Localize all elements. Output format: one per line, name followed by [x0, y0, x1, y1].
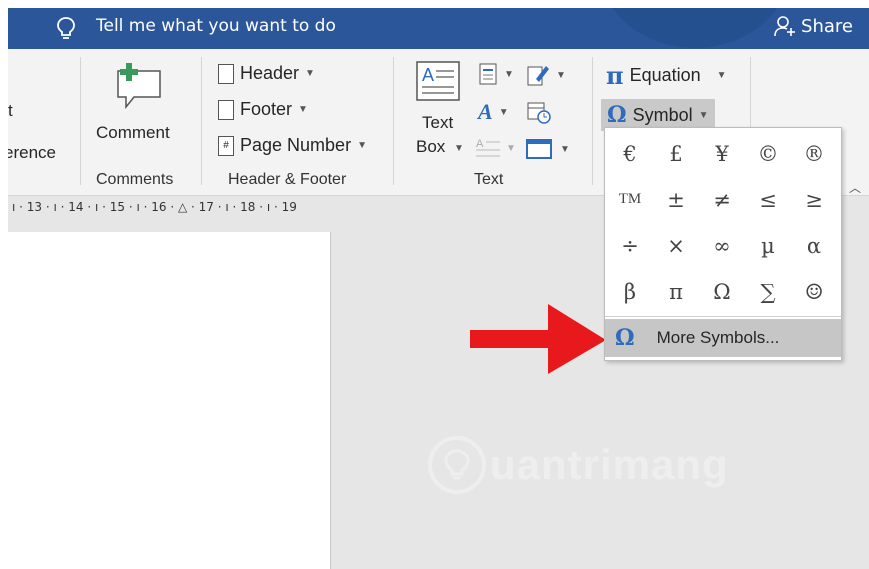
chevron-down-icon: ▼ [454, 143, 464, 154]
symbol-grid: € £ ¥ © ® TM ± ≠ ≤ ≥ ÷ × ∞ µ α β π Ω ∑ ☺ [605, 128, 841, 316]
wordart-icon: A [478, 99, 493, 124]
more-symbols-menu-item[interactable]: Ω More Symbols... [605, 319, 841, 357]
comment-icon [117, 63, 161, 110]
ribbon-separator [393, 57, 394, 185]
person-add-icon [774, 16, 796, 37]
symbol-cell[interactable]: ≥ [791, 176, 837, 223]
omega-icon: Ω [607, 102, 627, 128]
comment-label: Comment [96, 123, 170, 142]
symbol-cell[interactable]: π [653, 268, 699, 315]
symbol-cell[interactable]: ∑ [745, 268, 791, 315]
word-window: Tell me what you want to do Share t eren… [8, 8, 869, 569]
chevron-down-icon: ▼ [498, 106, 509, 118]
pi-icon: π [606, 61, 624, 90]
chevron-down-icon: ▼ [506, 142, 516, 154]
chevron-down-icon: ▼ [305, 68, 315, 79]
wordart-button[interactable]: A ▼ [478, 99, 509, 125]
chevron-down-icon: ▼ [504, 68, 514, 80]
title-bar-decoration [600, 8, 790, 48]
symbol-cell[interactable]: ≠ [699, 176, 745, 223]
collapse-ribbon-icon[interactable]: ︿ [849, 179, 861, 196]
title-bar: Tell me what you want to do Share [8, 8, 869, 49]
watermark-logo: uantrimang [428, 436, 729, 494]
calendar-clock-icon [527, 102, 551, 124]
symbol-cell[interactable]: α [791, 222, 837, 269]
tell-me-search[interactable]: Tell me what you want to do [96, 16, 336, 36]
red-arrow-annotation [470, 304, 606, 374]
header-button[interactable]: Header ▼ [218, 63, 315, 84]
drop-cap-button: A ▼ [476, 137, 516, 159]
signature-line-button[interactable]: ▼ [526, 63, 566, 87]
watermark-text: uantrimang [490, 441, 729, 488]
symbol-label: Symbol [632, 104, 693, 125]
share-button[interactable]: Share [773, 14, 853, 38]
date-time-button[interactable] [526, 101, 552, 130]
symbol-cell[interactable]: ∞ [699, 222, 745, 269]
text-box-label-line2: Box [416, 137, 446, 156]
chevron-down-icon: ▼ [298, 104, 308, 115]
chevron-down-icon: ▼ [716, 70, 727, 81]
symbol-cell[interactable]: € [607, 130, 653, 177]
object-button[interactable]: ▼ [526, 139, 570, 159]
document-page[interactable] [8, 232, 331, 569]
svg-text:A: A [422, 65, 434, 85]
lightbulb-icon[interactable] [56, 16, 76, 42]
symbol-cell[interactable]: £ [653, 130, 699, 177]
ribbon-separator [80, 57, 81, 185]
ruler-ticks: ı · 13 · ı · 14 · ı · 15 · ı · 16 · △ · … [12, 200, 297, 214]
symbol-cell[interactable]: µ [745, 222, 791, 269]
symbol-cell[interactable]: Ω [699, 268, 745, 315]
equation-label: Equation [629, 65, 701, 85]
symbol-cell[interactable]: ≤ [745, 176, 791, 223]
text-box-icon: A [416, 61, 460, 101]
chevron-down-icon: ▼ [357, 140, 367, 151]
symbol-cell[interactable]: TM [607, 176, 653, 223]
header-footer-group-label: Header & Footer [228, 171, 347, 188]
cross-reference-button-partial[interactable]: erence [8, 143, 56, 163]
chevron-down-icon: ▼ [560, 143, 570, 155]
symbol-cell[interactable]: ¥ [699, 130, 745, 177]
omega-icon: Ω [615, 325, 635, 351]
symbol-cell[interactable]: ÷ [607, 222, 653, 269]
lightbulb-logo-icon [428, 436, 486, 494]
page-number-button[interactable]: # Page Number ▼ [218, 135, 367, 156]
symbol-cell[interactable]: ± [653, 176, 699, 223]
share-label: Share [801, 15, 853, 37]
footer-button[interactable]: Footer ▼ [218, 99, 308, 120]
header-label: Header [240, 63, 300, 83]
symbol-cell[interactable]: × [653, 222, 699, 269]
symbol-cell[interactable]: © [745, 130, 791, 177]
quick-parts-button[interactable]: ▼ [478, 63, 514, 85]
text-group-label: Text [474, 171, 504, 188]
dropdown-divider [605, 316, 841, 317]
header-icon [218, 63, 234, 84]
chevron-down-icon: ▼ [556, 69, 566, 81]
chevron-down-icon: ▼ [698, 109, 709, 121]
text-box-button[interactable]: A Text Box ▼ [410, 61, 466, 171]
ribbon-separator [201, 57, 202, 185]
symbol-cell[interactable]: ☺ [791, 268, 837, 315]
more-symbols-label: More Symbols... [656, 328, 780, 347]
page-number-label: Page Number [240, 135, 352, 155]
footer-icon [218, 99, 234, 120]
symbol-cell[interactable]: β [607, 268, 653, 315]
svg-text:A: A [476, 138, 484, 150]
symbol-dropdown: € £ ¥ © ® TM ± ≠ ≤ ≥ ÷ × ∞ µ α β π Ω ∑ ☺ Ω More Symbols... [604, 127, 842, 361]
page-number-icon: # [218, 135, 234, 156]
partial-group-label-top: t [8, 101, 13, 120]
symbol-cell[interactable]: ® [791, 130, 837, 177]
object-icon [526, 139, 552, 159]
ribbon-separator [592, 57, 593, 185]
new-comment-button[interactable]: Comment [88, 57, 198, 157]
equation-button[interactable]: π Equation ▼ [606, 61, 727, 90]
drop-cap-icon: A [476, 138, 500, 157]
quick-parts-icon [479, 63, 497, 85]
text-box-label-line1: Text [422, 113, 454, 132]
comments-group-label: Comments [96, 171, 174, 188]
footer-label: Footer [240, 99, 293, 119]
signature-pen-icon [527, 66, 549, 86]
